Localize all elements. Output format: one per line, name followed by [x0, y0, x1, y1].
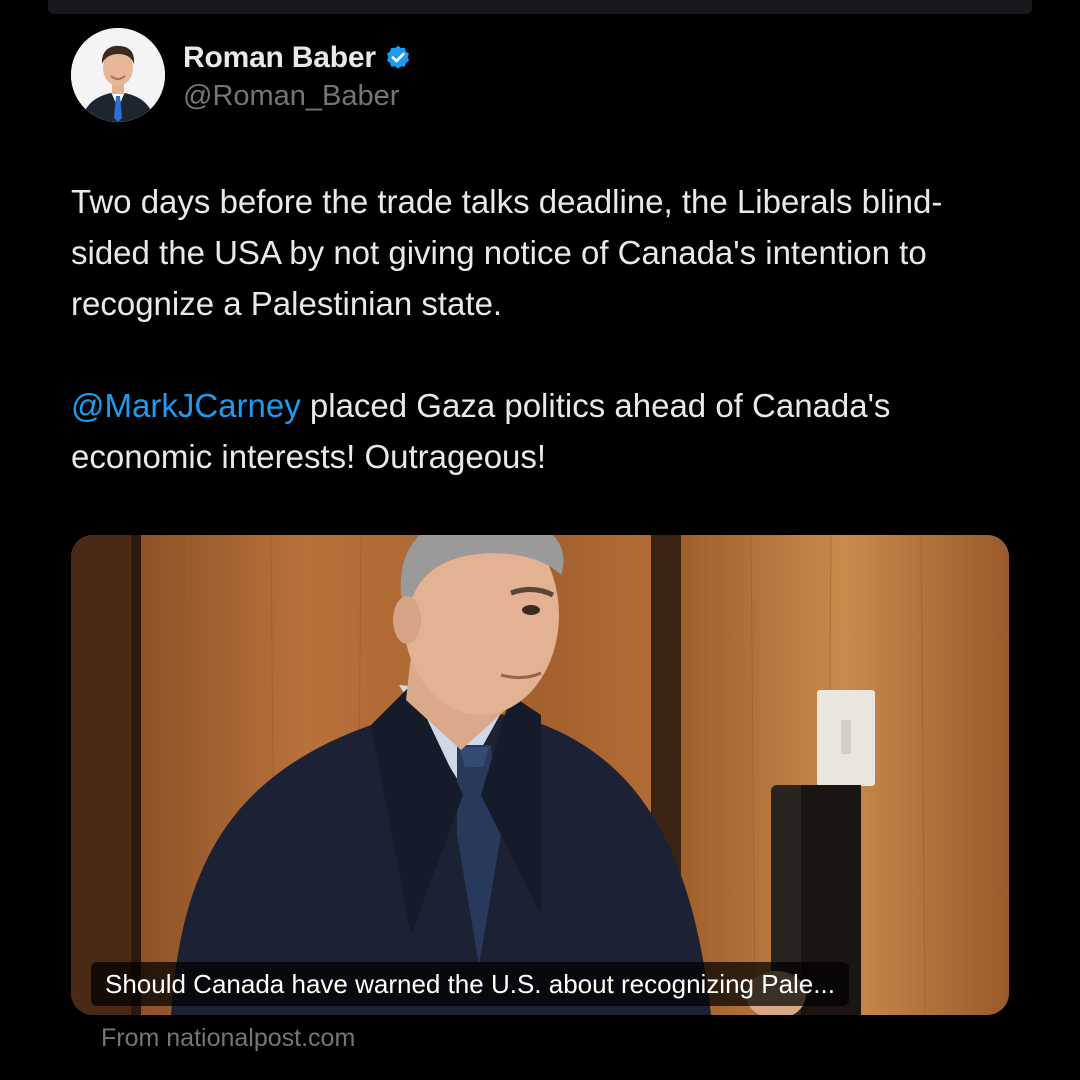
avatar[interactable] — [71, 28, 165, 122]
author-names: Roman Baber @Roman_Baber — [183, 38, 412, 113]
tweet-paragraph-2: @MarkJCarney placed Gaza politics ahead … — [71, 380, 1011, 482]
link-card-image — [71, 535, 1009, 1015]
mention-link[interactable]: @MarkJCarney — [71, 387, 301, 424]
link-card-headline: Should Canada have warned the U.S. about… — [91, 962, 849, 1006]
tweet-body: Two days before the trade talks deadline… — [71, 176, 1011, 482]
verified-badge-icon — [384, 44, 412, 72]
avatar-portrait — [71, 28, 165, 122]
tweet-header: Roman Baber @Roman_Baber — [71, 28, 412, 122]
link-card[interactable]: Should Canada have warned the U.S. about… — [71, 535, 1009, 1015]
link-source[interactable]: From nationalpost.com — [101, 1024, 355, 1053]
previous-post-edge — [48, 0, 1032, 14]
display-name-row: Roman Baber — [183, 38, 412, 78]
author-handle[interactable]: @Roman_Baber — [183, 80, 412, 113]
display-name[interactable]: Roman Baber — [183, 41, 376, 75]
tweet-paragraph-1: Two days before the trade talks deadline… — [71, 183, 943, 322]
